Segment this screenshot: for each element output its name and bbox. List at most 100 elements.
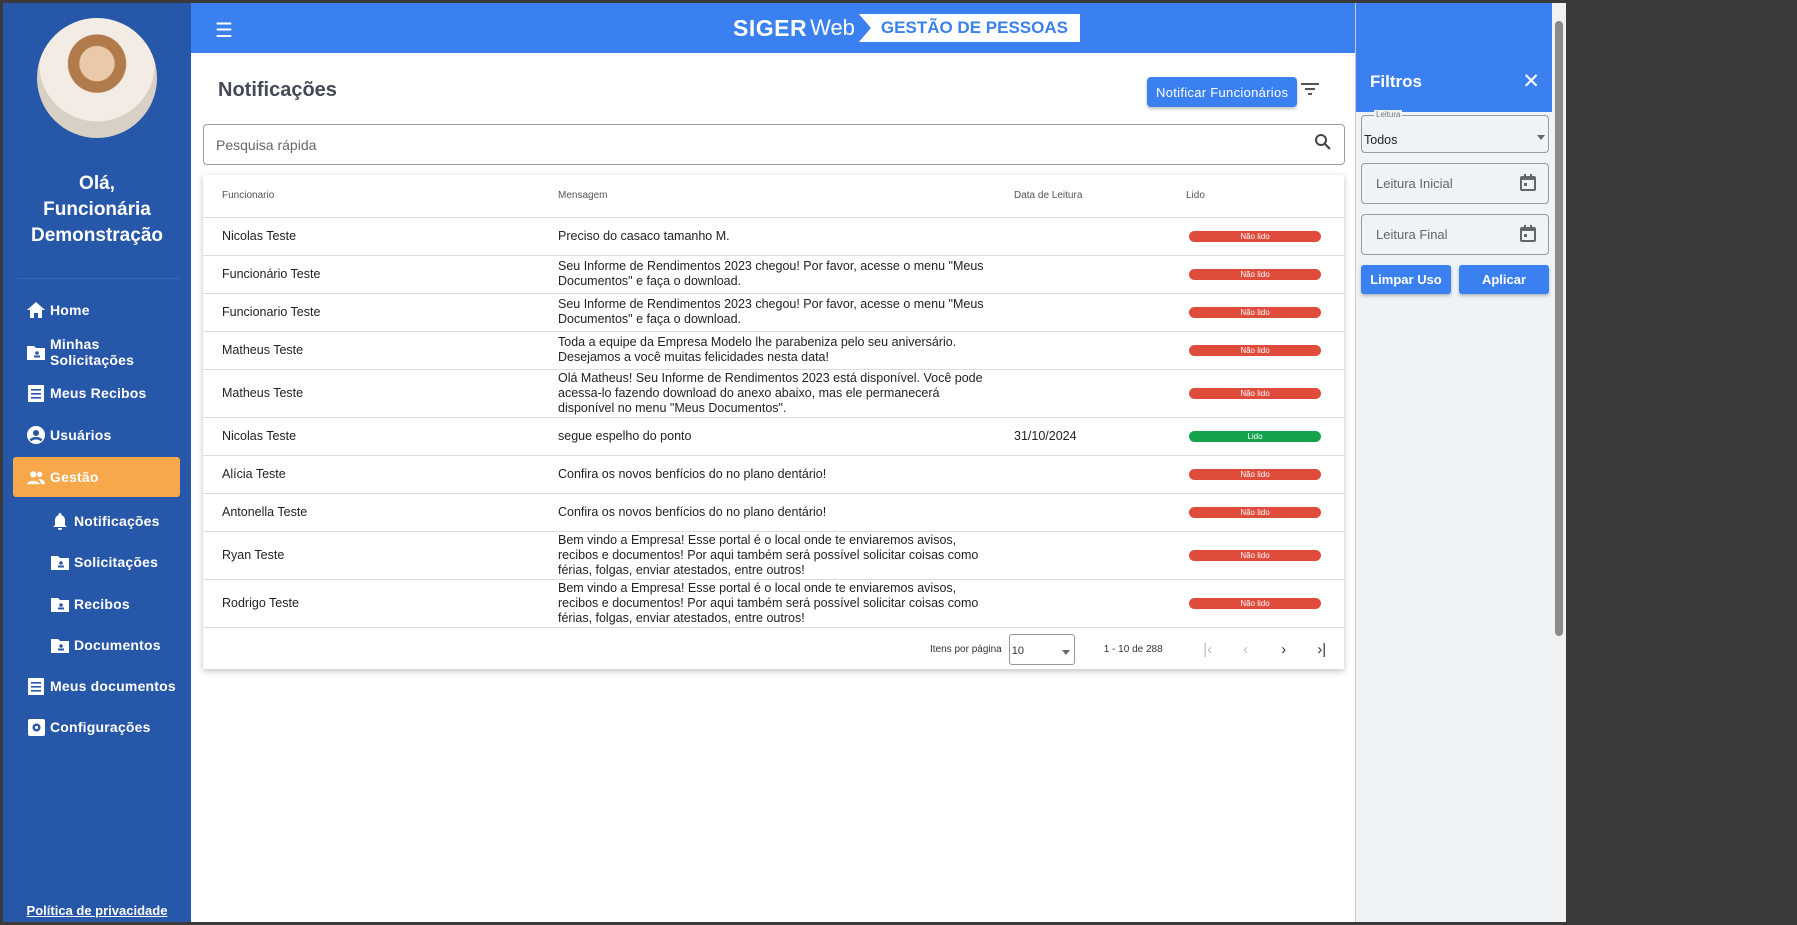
message: Seu Informe de Rendimentos 2023 chegou! … (558, 293, 1014, 332)
filter-icon[interactable] (1301, 82, 1319, 101)
logo-siger: SIGER (733, 14, 808, 41)
status-badge: Não lido (1189, 268, 1321, 280)
apply-button[interactable]: Aplicar (1459, 265, 1549, 294)
sidebar-item-minhas-solicitacoes[interactable]: Minhas Solicitações (13, 332, 180, 372)
search-input[interactable] (216, 136, 1314, 153)
table-row[interactable]: Funcionario Teste Seu Informe de Rendime… (203, 293, 1344, 332)
sidebar-item-label: Documentos (74, 637, 161, 653)
next-page-icon[interactable]: › (1265, 641, 1303, 658)
sidebar-item-configuracoes[interactable]: Configurações (13, 707, 180, 747)
status-badge: Não lido (1189, 597, 1321, 609)
message: Preciso do casaco tamanho M. (558, 217, 1014, 256)
read-date (1014, 579, 1186, 628)
employee-name: Funcionario Teste (203, 293, 558, 332)
sidebar-item-documentos[interactable]: Documentos (13, 625, 180, 665)
sidebar-item-usuarios[interactable]: Usuários (13, 415, 180, 455)
sidebar-item-home[interactable]: Home (13, 290, 180, 330)
column-header[interactable]: Data de Leitura (1014, 175, 1186, 218)
column-header[interactable]: Mensagem (558, 175, 1014, 218)
filters-header: Filtros ✕ (1356, 3, 1552, 112)
scrollbar[interactable] (1552, 3, 1566, 922)
folder-icon (51, 595, 69, 613)
close-icon[interactable]: ✕ (1522, 69, 1540, 94)
group-icon (27, 468, 45, 486)
table-row[interactable]: Ryan Teste Bem vindo a Empresa! Esse por… (203, 531, 1344, 580)
employee-name: Antonella Teste (203, 493, 558, 532)
status-cell: Não lido (1186, 293, 1344, 332)
message: Olá Matheus! Seu Informe de Rendimentos … (558, 369, 1014, 418)
table-row[interactable]: Rodrigo Teste Bem vindo a Empresa! Esse … (203, 579, 1344, 628)
sidebar-item-label: Solicitações (74, 554, 159, 570)
status-badge: Lido (1189, 430, 1321, 442)
status-cell: Não lido (1186, 493, 1344, 532)
message: segue espelho do ponto (558, 417, 1014, 456)
message: Seu Informe de Rendimentos 2023 chegou! … (558, 255, 1014, 294)
table-row[interactable]: Antonella Teste Confira os novos benfíci… (203, 493, 1344, 532)
logo-tag: GESTÃO DE PESSOAS (858, 14, 1080, 42)
folder-icon (27, 343, 45, 361)
status-cell: Não lido (1186, 455, 1344, 494)
calendar-icon[interactable] (1520, 224, 1536, 245)
menu-icon[interactable]: ☰ (215, 18, 233, 43)
start-date-field[interactable]: Leitura Inicial (1361, 163, 1549, 204)
status-cell: Lido (1186, 417, 1344, 456)
read-date (1014, 293, 1186, 332)
gear-icon (27, 718, 45, 736)
notifications-table: Funcionario Mensagem Data de Leitura Lid… (203, 175, 1344, 669)
read-date (1014, 493, 1186, 532)
end-date-field[interactable]: Leitura Final (1361, 214, 1549, 255)
avatar (37, 18, 157, 138)
sidebar-item-meus-recibos[interactable]: Meus Recibos (13, 373, 180, 413)
employee-name: Rodrigo Teste (203, 579, 558, 628)
document-icon (27, 677, 45, 695)
items-per-page-label: Itens por página (930, 643, 1002, 655)
message: Bem vindo a Empresa! Esse portal é o loc… (558, 531, 1014, 580)
status-badge: Não lido (1189, 506, 1321, 518)
scrollbar-thumb[interactable] (1555, 21, 1563, 636)
status-badge: Não lido (1189, 306, 1321, 318)
leitura-select[interactable]: Leitura Todos (1361, 110, 1549, 153)
employee-name: Matheus Teste (203, 331, 558, 370)
logo-web: Web (810, 15, 855, 40)
message: Confira os novos benfícios do no plano d… (558, 455, 1014, 494)
sidebar-item-notificacoes[interactable]: Notificações (13, 501, 180, 541)
top-bar: ☰ SIGER Web GESTÃO DE PESSOAS (191, 3, 1552, 53)
filters-panel: Filtros ✕ Leitura Todos Leitura Inicial … (1355, 3, 1552, 922)
notify-employees-button[interactable]: Notificar Funcionários (1147, 77, 1298, 107)
items-per-page-select[interactable]: 10 (1008, 633, 1075, 665)
privacy-link[interactable]: Política de privacidade (3, 903, 191, 918)
table-row[interactable]: Alícia Teste Confira os novos benfícios … (203, 455, 1344, 494)
sidebar-item-label: Recibos (74, 596, 130, 612)
status-badge: Não lido (1189, 344, 1321, 356)
sidebar-item-solicitacoes[interactable]: Solicitações (13, 542, 180, 582)
home-icon (27, 301, 45, 319)
main-content: Notificações Notificar Funcionários Func… (191, 53, 1355, 922)
sidebar-item-label: Meus Recibos (50, 385, 147, 401)
sidebar-item-label: Notificações (74, 513, 160, 529)
message: Confira os novos benfícios do no plano d… (558, 493, 1014, 532)
employee-name: Matheus Teste (203, 369, 558, 418)
status-badge: Não lido (1189, 230, 1321, 242)
sidebar-item-gestao[interactable]: Gestão (13, 457, 180, 497)
column-header[interactable]: Lido (1186, 175, 1344, 218)
user-icon (27, 426, 45, 444)
table-row[interactable]: Nicolas Teste segue espelho do ponto 31/… (203, 417, 1344, 456)
table-row[interactable]: Matheus Teste Olá Matheus! Seu Informe d… (203, 369, 1344, 418)
sidebar-item-recibos[interactable]: Recibos (13, 584, 180, 624)
last-page-icon[interactable]: ›| (1303, 641, 1341, 658)
greeting: Olá, Funcionária Demonstração (3, 171, 191, 249)
status-cell: Não lido (1186, 331, 1344, 370)
table-row[interactable]: Funcionário Teste Seu Informe de Rendime… (203, 255, 1344, 294)
table-row[interactable]: Matheus Teste Toda a equipe da Empresa M… (203, 331, 1344, 370)
clear-button[interactable]: Limpar Uso (1361, 265, 1451, 294)
table-row[interactable]: Nicolas Teste Preciso do casaco tamanho … (203, 217, 1344, 256)
sidebar-item-meus-documentos[interactable]: Meus documentos (13, 666, 180, 706)
calendar-icon[interactable] (1520, 173, 1536, 194)
search-icon[interactable] (1314, 133, 1332, 156)
greeting-line: Funcionária (43, 199, 151, 220)
filters-title: Filtros (1370, 72, 1422, 91)
first-page-icon[interactable]: |‹ (1189, 641, 1227, 658)
previous-page-icon[interactable]: ‹ (1227, 641, 1265, 658)
column-header[interactable]: Funcionario (203, 175, 558, 218)
sidebar-item-label: Home (50, 302, 90, 318)
